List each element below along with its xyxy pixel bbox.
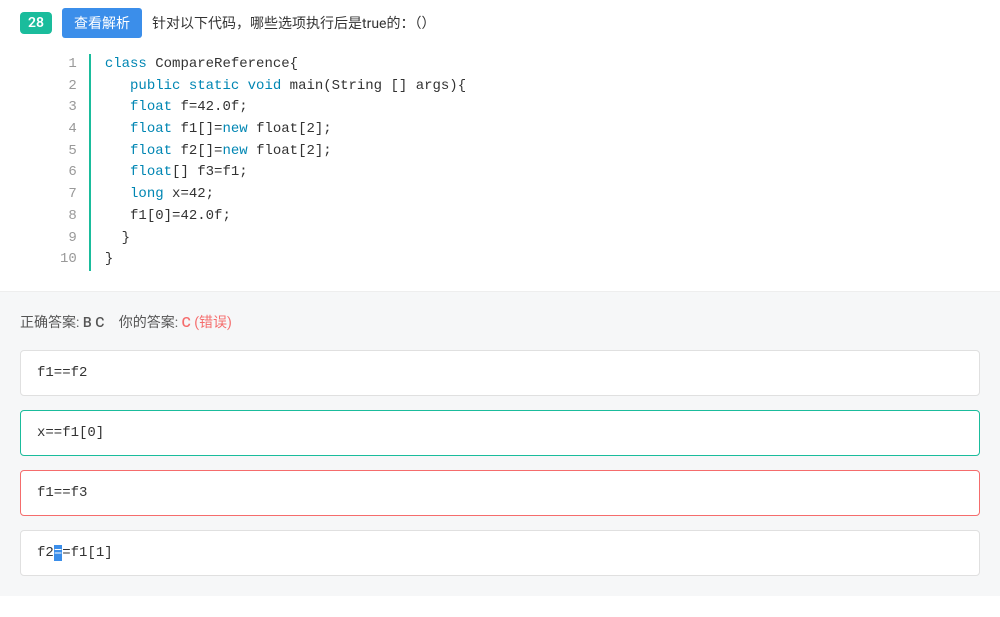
code-line: f1[0]=42.0f; — [105, 206, 466, 228]
line-number: 2 — [60, 76, 77, 98]
question-number-badge: 28 — [20, 12, 52, 34]
code-content: class CompareReference{ public static vo… — [89, 54, 466, 271]
view-analysis-button[interactable]: 查看解析 — [62, 8, 142, 38]
code-line: long x=42; — [105, 184, 466, 206]
line-number: 10 — [60, 249, 77, 271]
your-answer-label: 你的答案: — [119, 315, 182, 331]
code-line: float[] f3=f1; — [105, 162, 466, 184]
line-number: 8 — [60, 206, 77, 228]
code-line: public static void main(String [] args){ — [105, 76, 466, 98]
question-text: 针对以下代码，哪些选项执行后是true的：（） — [152, 13, 435, 33]
line-number: 1 — [60, 54, 77, 76]
answer-header: 正确答案: B C 你的答案: C (错误) — [20, 312, 980, 332]
code-line: float f=42.0f; — [105, 97, 466, 119]
answer-section: 正确答案: B C 你的答案: C (错误) f1==f2x==f1[0]f1=… — [0, 291, 1000, 596]
line-number: 3 — [60, 97, 77, 119]
correct-answer-label: 正确答案: — [20, 315, 83, 331]
answer-option[interactable]: x==f1[0] — [20, 410, 980, 456]
line-number: 5 — [60, 141, 77, 163]
line-number: 4 — [60, 119, 77, 141]
line-number: 9 — [60, 228, 77, 250]
code-block: 12345678910 class CompareReference{ publ… — [60, 54, 980, 271]
answer-option[interactable]: f1==f3 — [20, 470, 980, 516]
text-cursor-selection: = — [54, 545, 62, 561]
correct-answer-value: B C — [83, 315, 104, 331]
line-number: 7 — [60, 184, 77, 206]
your-answer-value: C — [182, 315, 195, 331]
line-number-gutter: 12345678910 — [60, 54, 89, 271]
code-line: float f2[]=new float[2]; — [105, 141, 466, 163]
code-line: } — [105, 228, 466, 250]
code-line: } — [105, 249, 466, 271]
code-line: class CompareReference{ — [105, 54, 466, 76]
code-line: float f1[]=new float[2]; — [105, 119, 466, 141]
answer-option[interactable]: f2==f1[1] — [20, 530, 980, 576]
question-header: 28 查看解析 针对以下代码，哪些选项执行后是true的：（） — [0, 0, 1000, 46]
line-number: 6 — [60, 162, 77, 184]
options-list: f1==f2 x==f1[0] f1==f3 f2==f1[1] — [20, 350, 980, 576]
answer-status: (错误) — [194, 315, 232, 331]
answer-option[interactable]: f1==f2 — [20, 350, 980, 396]
